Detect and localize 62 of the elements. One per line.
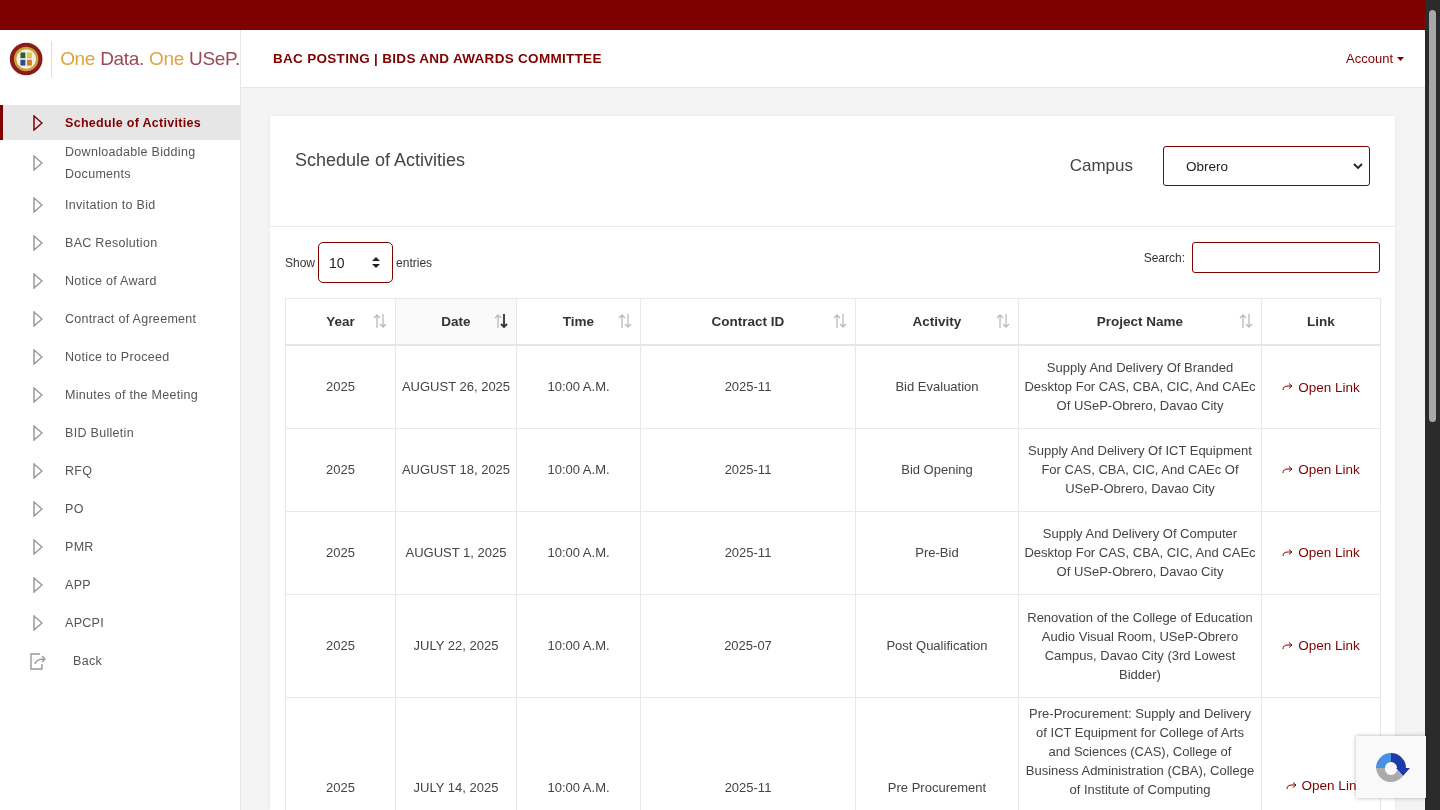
sidebar-item[interactable]: Downloadable Bidding Documents (0, 140, 240, 186)
table-cell: Supply And Delivery Of Computer Desktop For CAS, CBA, CIC, And CAEc Of USeP-Obrero, Davao City (1018, 511, 1262, 594)
table-cell: 2025-07 (640, 594, 856, 697)
sidebar-item[interactable]: PMR (0, 528, 240, 566)
column-header[interactable]: Link (1261, 298, 1381, 345)
sidebar-item[interactable]: APP (0, 566, 240, 604)
column-header[interactable]: Contract ID (640, 298, 856, 345)
entries-select[interactable]: 10 (318, 242, 394, 283)
open-link[interactable]: Open Lin (1285, 776, 1357, 795)
open-link[interactable]: Open Link (1282, 636, 1360, 656)
table-cell: Pre-Bid (855, 511, 1019, 594)
campus-label: Campus (1069, 156, 1133, 176)
column-header[interactable]: Project Name (1018, 298, 1262, 345)
sidebar-item[interactable]: PO (0, 490, 240, 528)
sidebar-item[interactable]: RFQ (0, 452, 240, 490)
sidebar-item[interactable]: Notice to Proceed (0, 338, 240, 376)
table-cell: 2025 (285, 428, 396, 511)
sidebar-item[interactable]: BID Bulletin (0, 414, 240, 452)
brand-text: One Data. One USeP. (60, 47, 240, 70)
sidebar-item[interactable]: Back (0, 642, 240, 680)
show-label: Show (285, 255, 316, 270)
account-menu[interactable]: Account (1340, 50, 1410, 67)
table-cell: AUGUST 18, 2025 (395, 428, 517, 511)
table-cell: 2025 (285, 697, 396, 810)
sidebar-item[interactable]: Invitation to Bid (0, 186, 240, 224)
table-cell: Supply And Delivery Of ICT Equipment For CAS, CBA, CIC, And CAEc Of USeP-Obrero, Davao City (1018, 428, 1262, 511)
table-cell: 10:00 A.M. (516, 594, 641, 697)
column-header[interactable]: Date (395, 298, 517, 345)
card-title: Schedule of Activities (295, 150, 466, 171)
sidebar-item[interactable]: BAC Resolution (0, 224, 240, 262)
sidebar-item[interactable]: Contract of Agreement (0, 300, 240, 338)
sidebar-item[interactable]: Notice of Award (0, 262, 240, 300)
column-header[interactable]: Activity (855, 298, 1019, 345)
table-cell: 2025 (285, 345, 396, 428)
open-link[interactable]: Open Link (1282, 377, 1360, 397)
sidebar-item[interactable]: Minutes of the Meeting (0, 376, 240, 414)
page-title: BAC POSTING | BIDS AND AWARDS COMMITTEE (273, 51, 602, 66)
table-cell: 2025-11 (640, 511, 856, 594)
search-label: Search: (1143, 250, 1185, 265)
table-cell: Supply And Delivery Of Branded Desktop For CAS, CBA, CIC, And CAEc Of USeP-Obrero, Davao City (1018, 345, 1262, 428)
column-header[interactable]: Time (516, 298, 641, 345)
sidebar-item[interactable]: APCPI (0, 604, 240, 642)
table-cell: AUGUST 1, 2025 (395, 511, 517, 594)
table-cell: 2025 (285, 511, 396, 594)
open-link[interactable]: Open Link (1282, 460, 1360, 480)
table-cell: 10:00 A.M. (516, 345, 641, 428)
table-cell: 2025-11 (640, 428, 856, 511)
table-cell: Post Qualification (855, 594, 1019, 697)
table-cell: JULY 22, 2025 (395, 594, 517, 697)
table-cell: Bid Opening (855, 428, 1019, 511)
sidebar-item[interactable]: Schedule of Activities (0, 105, 240, 140)
table-cell: 10:00 A.M. (516, 428, 641, 511)
table-cell: AUGUST 26, 2025 (395, 345, 517, 428)
campus-select[interactable]: Obrero (1163, 146, 1370, 186)
column-header[interactable]: Year (285, 298, 396, 345)
open-link[interactable]: Open Link (1282, 543, 1360, 563)
table-cell: 10:00 A.M. (516, 511, 641, 594)
table-cell: Renovation of the College of Education Audio Visual Room, USeP-Obrero Campus, Davao City (3rd Lowest Bidder) (1018, 594, 1262, 697)
table-cell: 2025 (285, 594, 396, 697)
entries-label: entries (396, 255, 433, 270)
table-cell: 2025-11 (640, 345, 856, 428)
table-cell: Bid Evaluation (855, 345, 1019, 428)
